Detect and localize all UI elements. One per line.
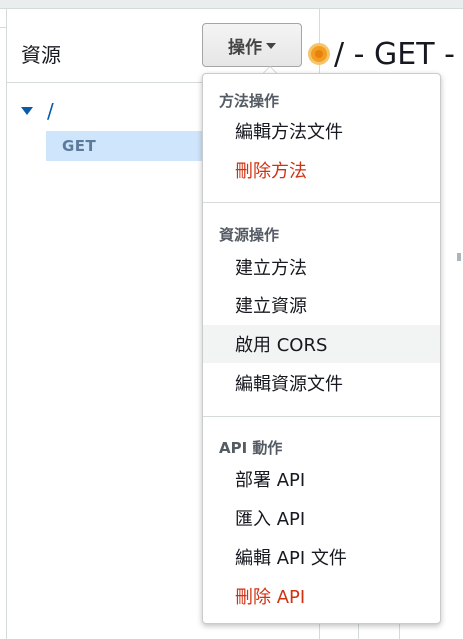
menu-item-import-api[interactable]: 匯入 API — [203, 499, 440, 537]
resource-tree-root[interactable]: / — [21, 99, 54, 123]
content-grid-lines — [358, 622, 463, 639]
menu-item-create-resource[interactable]: 建立資源 — [203, 286, 440, 324]
page-title: / - GET - 方 — [334, 37, 463, 72]
method-status-icon — [308, 43, 330, 65]
resources-panel-title: 資源 — [21, 43, 61, 67]
top-toolbar-strip — [0, 0, 463, 9]
menu-group-header-method: 方法操作 — [219, 92, 280, 110]
menu-item-edit-resource-docs[interactable]: 編輯資源文件 — [203, 364, 440, 402]
menu-group-header-api: API 動作 — [219, 439, 283, 457]
menu-group-header-resource: 資源操作 — [219, 226, 280, 244]
actions-button-label: 操作 — [228, 37, 262, 58]
menu-item-edit-api-docs[interactable]: 編輯 API 文件 — [203, 538, 440, 576]
tree-expand-icon[interactable] — [21, 107, 33, 115]
actions-button[interactable]: 操作 — [202, 23, 302, 67]
menu-item-delete-method[interactable]: 刪除方法 — [203, 151, 440, 189]
caret-down-icon — [266, 43, 276, 49]
menu-item-create-method[interactable]: 建立方法 — [203, 248, 440, 286]
menu-item-edit-method-docs[interactable]: 編輯方法文件 — [203, 112, 440, 150]
actions-dropdown-menu: 方法操作 編輯方法文件 刪除方法 資源操作 建立方法 建立資源 啟用 CORS … — [202, 73, 441, 624]
menu-divider — [203, 416, 440, 417]
menu-item-delete-api[interactable]: 刪除 API — [203, 577, 440, 615]
menu-item-enable-cors[interactable]: 啟用 CORS — [203, 325, 440, 363]
menu-item-deploy-api[interactable]: 部署 API — [203, 460, 440, 498]
menu-divider — [203, 202, 440, 203]
resource-tree-method-label: GET — [62, 137, 97, 155]
left-nav-edge — [0, 9, 7, 639]
scroll-indicator — [457, 253, 461, 261]
left-nav-edge-cap — [0, 9, 6, 28]
resource-tree-root-label[interactable]: / — [47, 99, 54, 123]
